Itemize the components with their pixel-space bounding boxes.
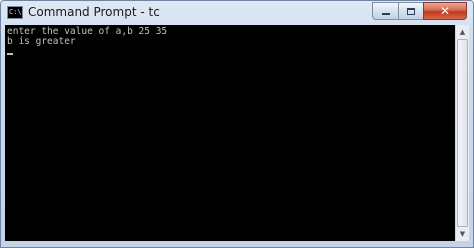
window-bottom-border (5, 241, 469, 247)
vertical-scrollbar[interactable]: ▲ ▼ (455, 25, 469, 241)
title-bar[interactable]: C:\ Command Prompt - tc ✕ (1, 1, 473, 25)
maximize-icon (407, 7, 415, 15)
minimize-button[interactable] (372, 2, 398, 20)
scroll-thumb[interactable] (457, 39, 468, 227)
console-output[interactable]: enter the value of a,b 25 35 b is greate… (5, 25, 455, 241)
window-controls: ✕ (372, 2, 467, 20)
window-title: Command Prompt - tc (28, 5, 160, 19)
close-button[interactable]: ✕ (423, 2, 467, 20)
scroll-down-icon[interactable]: ▼ (456, 227, 469, 241)
maximize-button[interactable] (398, 2, 423, 20)
close-icon: ✕ (439, 4, 451, 18)
minimize-icon (381, 13, 390, 15)
console-line-result: b is greater (7, 36, 76, 47)
scroll-up-icon[interactable]: ▲ (456, 25, 469, 39)
command-prompt-window: C:\ Command Prompt - tc ✕ enter the valu… (0, 0, 474, 248)
command-prompt-icon[interactable]: C:\ (7, 6, 23, 19)
text-cursor (7, 53, 13, 55)
